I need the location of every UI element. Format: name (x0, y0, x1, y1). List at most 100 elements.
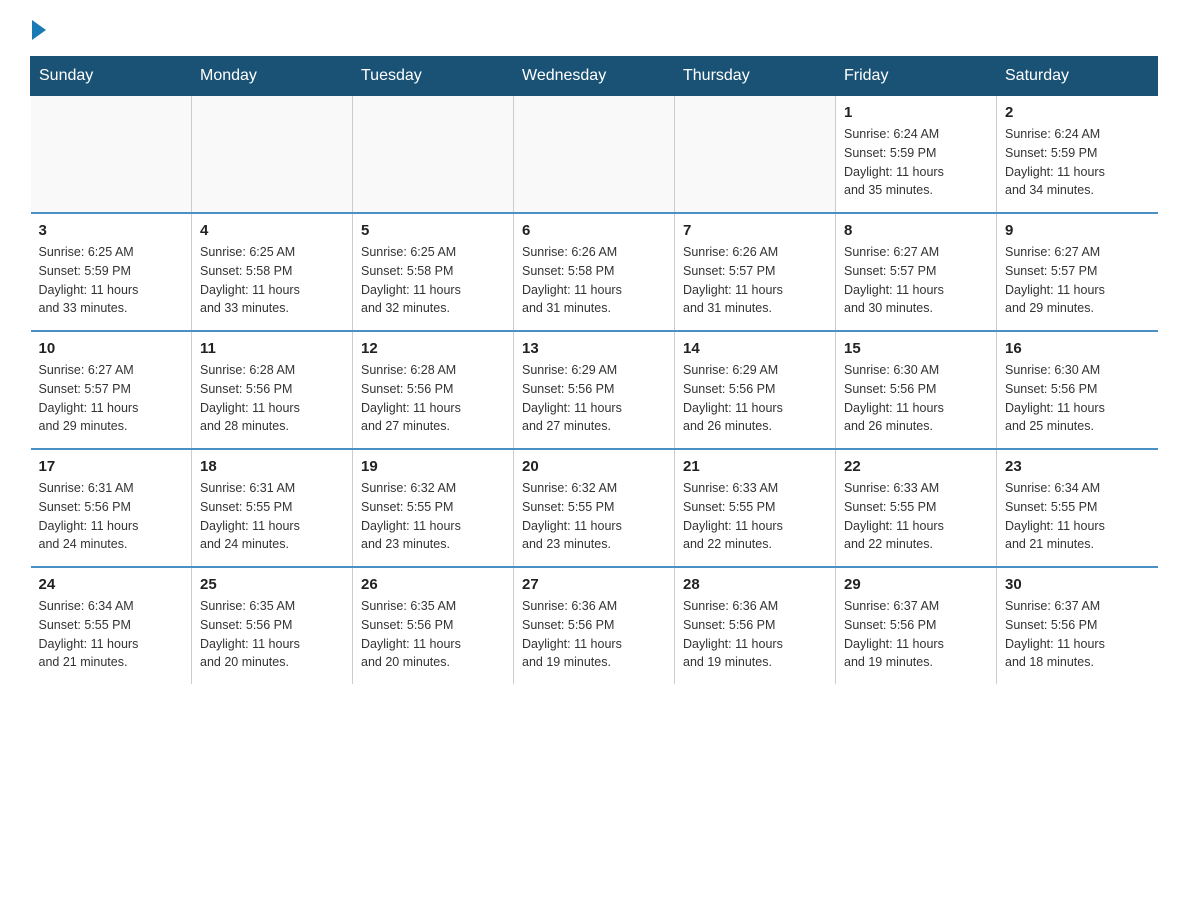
day-number: 9 (1005, 222, 1150, 239)
day-number: 13 (522, 340, 666, 357)
calendar-cell: 16 Sunrise: 6:30 AM Sunset: 5:56 PM Dayli… (997, 331, 1158, 449)
calendar-cell: 23 Sunrise: 6:34 AM Sunset: 5:55 PM Dayli… (997, 449, 1158, 567)
calendar-cell: 19 Sunrise: 6:32 AM Sunset: 5:55 PM Dayli… (353, 449, 514, 567)
day-number: 16 (1005, 340, 1150, 357)
calendar-week-row: 24Sunrise: 6:34 AM Sunset: 5:55 PM Dayli… (31, 567, 1158, 684)
day-info: Sunrise: 6:35 AM Sunset: 5:56 PM Dayligh… (361, 597, 505, 672)
calendar-cell: 1 Sunrise: 6:24 AM Sunset: 5:59 PM Daylig… (836, 96, 997, 214)
calendar-cell (192, 96, 353, 214)
day-info: Sunrise: 6:24 AM Sunset: 5:59 PM Dayligh… (1005, 125, 1150, 200)
day-info: Sunrise: 6:32 AM Sunset: 5:55 PM Dayligh… (522, 479, 666, 554)
day-number: 6 (522, 222, 666, 239)
day-info: Sunrise: 6:33 AM Sunset: 5:55 PM Dayligh… (844, 479, 988, 554)
calendar-cell: 10 Sunrise: 6:27 AM Sunset: 5:57 PM Dayli… (31, 331, 192, 449)
day-number: 12 (361, 340, 505, 357)
day-number: 24 (39, 576, 184, 593)
calendar-cell: 20 Sunrise: 6:32 AM Sunset: 5:55 PM Dayli… (514, 449, 675, 567)
day-info: Sunrise: 6:30 AM Sunset: 5:56 PM Dayligh… (1005, 361, 1150, 436)
calendar-cell (675, 96, 836, 214)
calendar-cell: 18Sunrise: 6:31 AM Sunset: 5:55 PM Dayli… (192, 449, 353, 567)
calendar-cell: 13 Sunrise: 6:29 AM Sunset: 5:56 PM Dayli… (514, 331, 675, 449)
column-header-monday: Monday (192, 57, 353, 96)
day-info: Sunrise: 6:27 AM Sunset: 5:57 PM Dayligh… (39, 361, 184, 436)
calendar-cell: 3Sunrise: 6:25 AM Sunset: 5:59 PM Daylig… (31, 213, 192, 331)
day-number: 8 (844, 222, 988, 239)
calendar-cell: 28 Sunrise: 6:36 AM Sunset: 5:56 PM Dayli… (675, 567, 836, 684)
calendar-cell: 7Sunrise: 6:26 AM Sunset: 5:57 PM Daylig… (675, 213, 836, 331)
day-number: 1 (844, 104, 988, 121)
day-info: Sunrise: 6:29 AM Sunset: 5:56 PM Dayligh… (683, 361, 827, 436)
day-info: Sunrise: 6:37 AM Sunset: 5:56 PM Dayligh… (1005, 597, 1150, 672)
column-header-sunday: Sunday (31, 57, 192, 96)
page-header (30, 20, 1158, 36)
day-info: Sunrise: 6:25 AM Sunset: 5:58 PM Dayligh… (361, 243, 505, 318)
calendar-cell (31, 96, 192, 214)
calendar-cell: 2Sunrise: 6:24 AM Sunset: 5:59 PM Daylig… (997, 96, 1158, 214)
calendar-cell: 14 Sunrise: 6:29 AM Sunset: 5:56 PM Dayli… (675, 331, 836, 449)
calendar-cell (514, 96, 675, 214)
day-number: 7 (683, 222, 827, 239)
day-number: 26 (361, 576, 505, 593)
calendar-cell: 29 Sunrise: 6:37 AM Sunset: 5:56 PM Dayli… (836, 567, 997, 684)
calendar-week-row: 3Sunrise: 6:25 AM Sunset: 5:59 PM Daylig… (31, 213, 1158, 331)
column-header-wednesday: Wednesday (514, 57, 675, 96)
calendar-week-row: 1 Sunrise: 6:24 AM Sunset: 5:59 PM Daylig… (31, 96, 1158, 214)
day-info: Sunrise: 6:30 AM Sunset: 5:56 PM Dayligh… (844, 361, 988, 436)
day-number: 29 (844, 576, 988, 593)
day-number: 19 (361, 458, 505, 475)
day-info: Sunrise: 6:29 AM Sunset: 5:56 PM Dayligh… (522, 361, 666, 436)
calendar-header-row: SundayMondayTuesdayWednesdayThursdayFrid… (31, 57, 1158, 96)
day-info: Sunrise: 6:25 AM Sunset: 5:59 PM Dayligh… (39, 243, 184, 318)
day-number: 28 (683, 576, 827, 593)
day-number: 23 (1005, 458, 1150, 475)
calendar-week-row: 10 Sunrise: 6:27 AM Sunset: 5:57 PM Dayli… (31, 331, 1158, 449)
day-number: 15 (844, 340, 988, 357)
day-info: Sunrise: 6:27 AM Sunset: 5:57 PM Dayligh… (1005, 243, 1150, 318)
day-info: Sunrise: 6:31 AM Sunset: 5:56 PM Dayligh… (39, 479, 184, 554)
day-number: 22 (844, 458, 988, 475)
day-info: Sunrise: 6:28 AM Sunset: 5:56 PM Dayligh… (200, 361, 344, 436)
calendar-cell: 6 Sunrise: 6:26 AM Sunset: 5:58 PM Daylig… (514, 213, 675, 331)
day-number: 20 (522, 458, 666, 475)
column-header-tuesday: Tuesday (353, 57, 514, 96)
day-number: 25 (200, 576, 344, 593)
day-info: Sunrise: 6:26 AM Sunset: 5:58 PM Dayligh… (522, 243, 666, 318)
day-info: Sunrise: 6:32 AM Sunset: 5:55 PM Dayligh… (361, 479, 505, 554)
calendar-cell: 9 Sunrise: 6:27 AM Sunset: 5:57 PM Daylig… (997, 213, 1158, 331)
day-info: Sunrise: 6:36 AM Sunset: 5:56 PM Dayligh… (522, 597, 666, 672)
column-header-thursday: Thursday (675, 57, 836, 96)
day-info: Sunrise: 6:36 AM Sunset: 5:56 PM Dayligh… (683, 597, 827, 672)
calendar-cell (353, 96, 514, 214)
day-info: Sunrise: 6:25 AM Sunset: 5:58 PM Dayligh… (200, 243, 344, 318)
day-info: Sunrise: 6:34 AM Sunset: 5:55 PM Dayligh… (1005, 479, 1150, 554)
calendar-table: SundayMondayTuesdayWednesdayThursdayFrid… (30, 56, 1158, 684)
calendar-week-row: 17 Sunrise: 6:31 AM Sunset: 5:56 PM Dayli… (31, 449, 1158, 567)
day-number: 21 (683, 458, 827, 475)
day-info: Sunrise: 6:37 AM Sunset: 5:56 PM Dayligh… (844, 597, 988, 672)
calendar-cell: 22 Sunrise: 6:33 AM Sunset: 5:55 PM Dayli… (836, 449, 997, 567)
day-number: 14 (683, 340, 827, 357)
calendar-cell: 30Sunrise: 6:37 AM Sunset: 5:56 PM Dayli… (997, 567, 1158, 684)
calendar-cell: 5 Sunrise: 6:25 AM Sunset: 5:58 PM Daylig… (353, 213, 514, 331)
day-info: Sunrise: 6:27 AM Sunset: 5:57 PM Dayligh… (844, 243, 988, 318)
calendar-cell: 15 Sunrise: 6:30 AM Sunset: 5:56 PM Dayli… (836, 331, 997, 449)
calendar-cell: 24Sunrise: 6:34 AM Sunset: 5:55 PM Dayli… (31, 567, 192, 684)
day-number: 11 (200, 340, 344, 357)
day-info: Sunrise: 6:31 AM Sunset: 5:55 PM Dayligh… (200, 479, 344, 554)
day-number: 4 (200, 222, 344, 239)
calendar-cell: 27 Sunrise: 6:36 AM Sunset: 5:56 PM Dayli… (514, 567, 675, 684)
day-info: Sunrise: 6:33 AM Sunset: 5:55 PM Dayligh… (683, 479, 827, 554)
calendar-cell: 26 Sunrise: 6:35 AM Sunset: 5:56 PM Dayli… (353, 567, 514, 684)
day-number: 27 (522, 576, 666, 593)
calendar-cell: 17 Sunrise: 6:31 AM Sunset: 5:56 PM Dayli… (31, 449, 192, 567)
calendar-cell: 21 Sunrise: 6:33 AM Sunset: 5:55 PM Dayli… (675, 449, 836, 567)
calendar-cell: 4 Sunrise: 6:25 AM Sunset: 5:58 PM Daylig… (192, 213, 353, 331)
logo-triangle-icon (32, 20, 46, 40)
day-number: 17 (39, 458, 184, 475)
day-info: Sunrise: 6:24 AM Sunset: 5:59 PM Dayligh… (844, 125, 988, 200)
calendar-cell: 11 Sunrise: 6:28 AM Sunset: 5:56 PM Dayli… (192, 331, 353, 449)
column-header-friday: Friday (836, 57, 997, 96)
day-number: 5 (361, 222, 505, 239)
day-number: 10 (39, 340, 184, 357)
logo (30, 20, 48, 36)
